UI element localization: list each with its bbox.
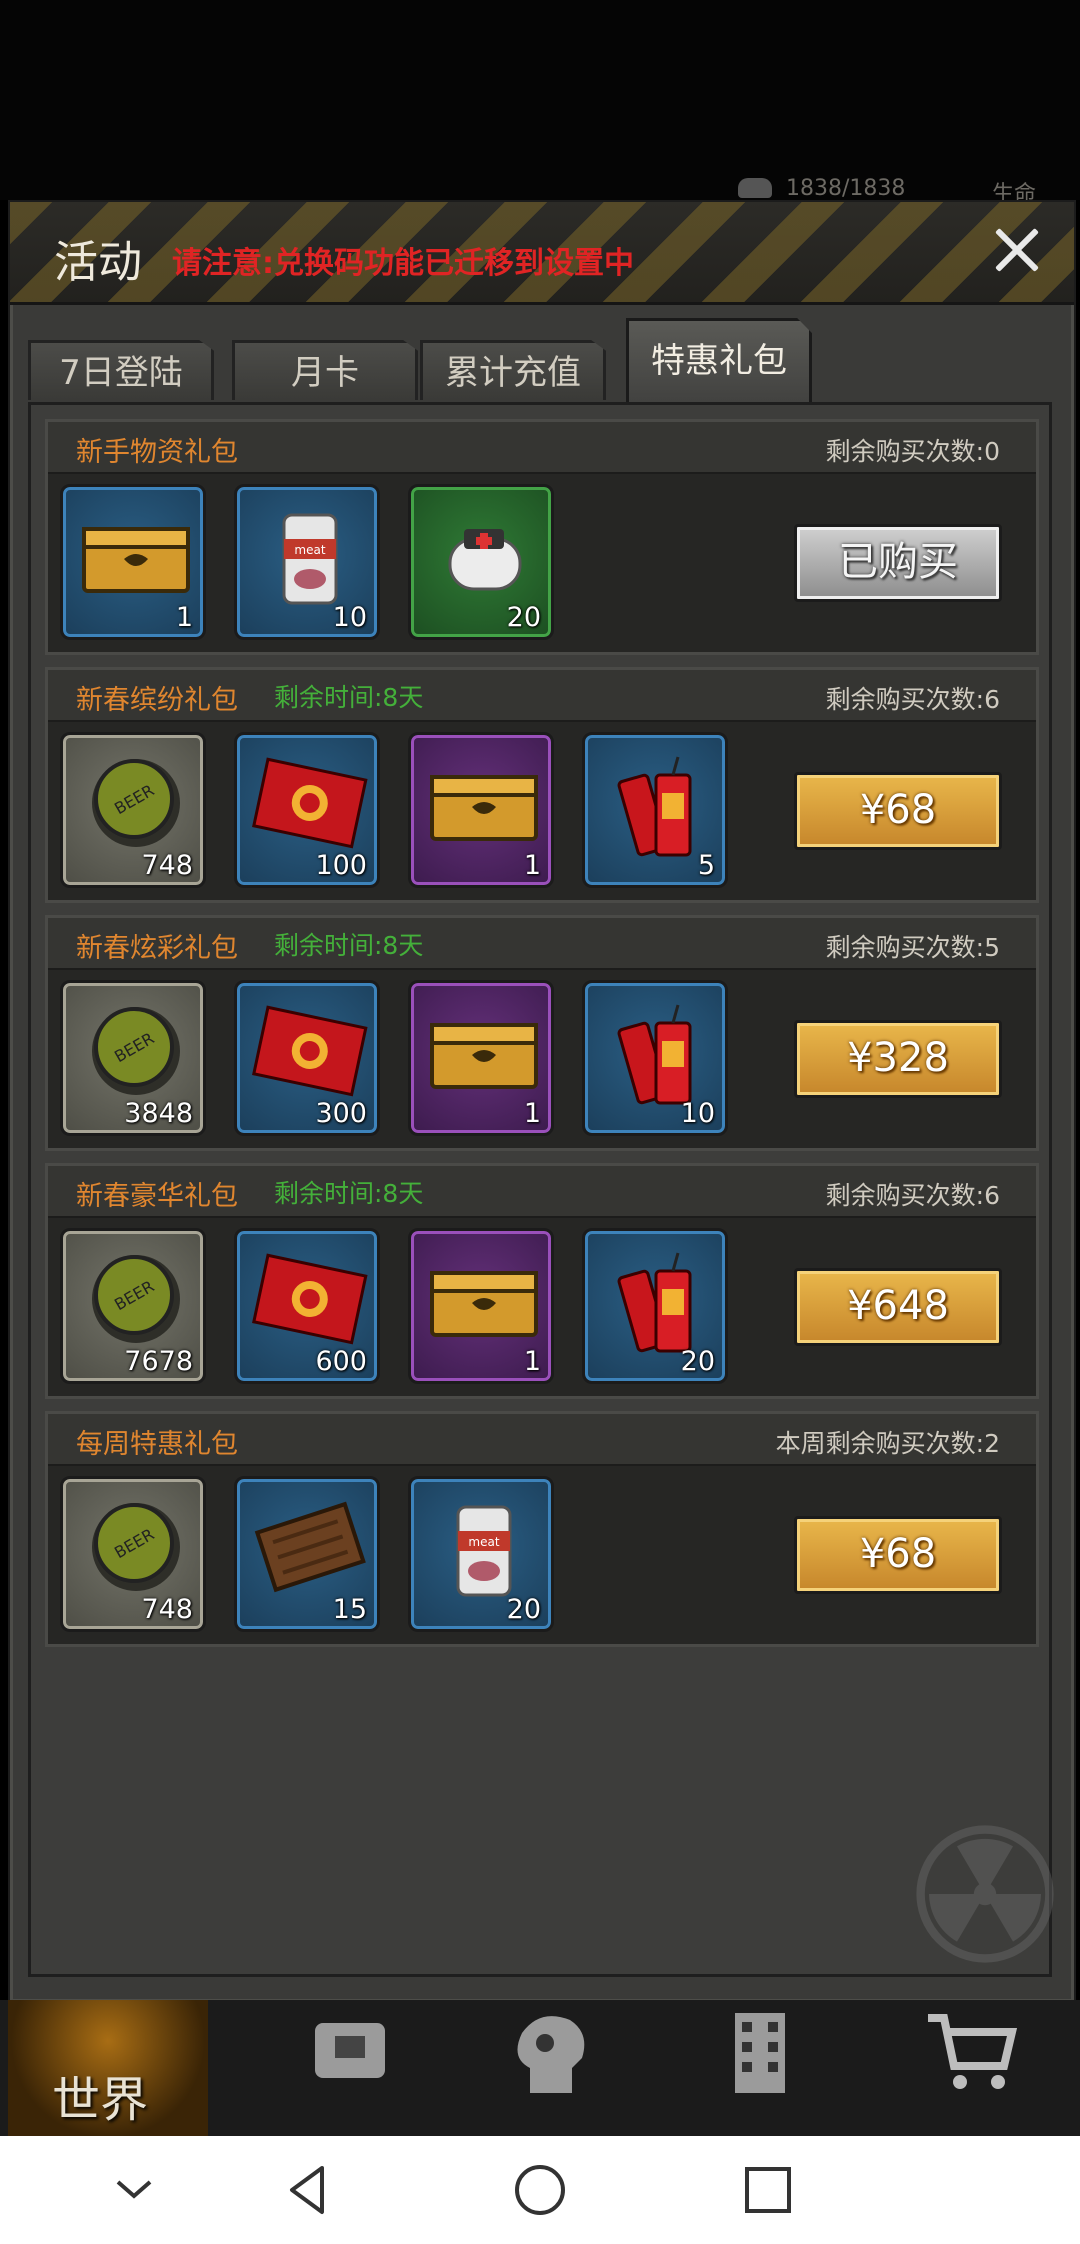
game-bottom-nav: 世界 [0, 2000, 1080, 2136]
svg-text:meat: meat [468, 1535, 499, 1549]
notice-text: 请注意:兑换码功能已迁移到设置中 [172, 246, 634, 281]
tab-bar: 7日登陆 月卡 累计充值 特惠礼包 [28, 318, 1058, 404]
reward-item[interactable]: 15 [234, 1476, 380, 1632]
pack-header: 新手物资礼包 剩余购买次数:0 [48, 422, 1036, 474]
tab-special-offers[interactable]: 特惠礼包 [626, 318, 812, 402]
gift-pack: 新春炫彩礼包 剩余时间:8天 剩余购买次数:5 BEER 3848 300 1 10 ¥328 [45, 915, 1039, 1151]
item-count: 748 [141, 1594, 193, 1625]
pack-name: 新春豪华礼包 [76, 1181, 238, 1212]
pack-list[interactable]: 新手物资礼包 剩余购买次数:0 1 meat 10 20 已购买 新春缤纷礼包 剩余时间:8天剩… [28, 402, 1054, 1977]
buy-button[interactable]: ¥328 [794, 1020, 1002, 1098]
reward-item[interactable]: BEER 3848 [60, 980, 206, 1136]
item-count: 1 [523, 1346, 541, 1377]
reward-item[interactable]: 1 [408, 980, 554, 1136]
home-circle-icon[interactable] [510, 2160, 570, 2220]
pack-remaining-count: 剩余购买次数:5 [825, 933, 1000, 962]
pack-header: 新春豪华礼包 剩余时间:8天 剩余购买次数:6 [48, 1166, 1036, 1218]
item-count: 20 [506, 602, 541, 633]
gift-pack: 新春豪华礼包 剩余时间:8天 剩余购买次数:6 BEER 7678 600 1 20 ¥648 [45, 1163, 1039, 1399]
hp-status: 1838/1838 生命 [730, 176, 1070, 207]
pack-name: 新春缤纷礼包 [76, 685, 238, 716]
pack-remaining-count: 剩余购买次数:6 [825, 685, 1000, 714]
reward-item[interactable]: meat 20 [408, 1476, 554, 1632]
reward-item[interactable]: meat 10 [234, 484, 380, 640]
chevron-down-icon[interactable] [104, 2160, 164, 2220]
reward-item[interactable]: BEER 7678 [60, 1228, 206, 1384]
item-count: 1 [175, 602, 193, 633]
nav-backpack-button[interactable] [250, 2000, 450, 2136]
nav-world-button[interactable]: 世界 [8, 2000, 208, 2136]
nav-building-button[interactable] [660, 2000, 860, 2136]
gift-pack: 新手物资礼包 剩余购买次数:0 1 meat 10 20 已购买 [45, 419, 1039, 655]
close-icon[interactable] [986, 220, 1046, 280]
back-triangle-icon[interactable] [278, 2160, 338, 2220]
reward-item[interactable]: 10 [582, 980, 728, 1136]
pack-header: 新春炫彩礼包 剩余时间:8天 剩余购买次数:5 [48, 918, 1036, 970]
gift-pack: 新春缤纷礼包 剩余时间:8天 剩余购买次数:6 BEER 748 100 1 5 ¥68 [45, 667, 1039, 903]
pack-header: 每周特惠礼包 本周剩余购买次数:2 [48, 1414, 1036, 1466]
heart-icon [738, 178, 772, 198]
pack-timer: 剩余时间:8天 [274, 931, 424, 960]
nav-world-label: 世界 [52, 2072, 149, 2128]
reward-item[interactable]: 300 [234, 980, 380, 1136]
pack-name: 每周特惠礼包 [76, 1429, 238, 1460]
reward-item[interactable]: 5 [582, 732, 728, 888]
page-title: 活动 [54, 237, 142, 288]
item-count: 7678 [124, 1346, 193, 1377]
reward-item[interactable]: 1 [60, 484, 206, 640]
reward-item[interactable]: 600 [234, 1228, 380, 1384]
pack-timer: 剩余时间:8天 [274, 683, 424, 712]
pack-remaining-count: 剩余购买次数:0 [825, 437, 1000, 466]
backpack-icon [315, 2023, 385, 2078]
buy-button[interactable]: ¥648 [794, 1268, 1002, 1346]
pack-header: 新春缤纷礼包 剩余时间:8天 剩余购买次数:6 [48, 670, 1036, 722]
panel-header: 活动 请注意:兑换码功能已迁移到设置中 [10, 202, 1074, 305]
android-navbar [0, 2136, 1080, 2244]
nav-shop-button[interactable] [870, 2000, 1070, 2136]
item-count: 3848 [124, 1098, 193, 1129]
item-count: 20 [680, 1346, 715, 1377]
reward-item[interactable]: BEER 748 [60, 1476, 206, 1632]
shopping-cart-icon [928, 2014, 1018, 2089]
pack-name: 新春炫彩礼包 [76, 933, 238, 964]
item-count: 5 [697, 850, 715, 881]
item-count: 20 [506, 1594, 541, 1625]
tab-monthly-card[interactable]: 月卡 [232, 340, 418, 400]
tab-cumulative-recharge[interactable]: 累计充值 [420, 340, 606, 400]
pack-remaining-count: 剩余购买次数:6 [825, 1181, 1000, 1210]
item-count: 1 [523, 850, 541, 881]
item-count: 748 [141, 850, 193, 881]
item-count: 1 [523, 1098, 541, 1129]
reward-item[interactable]: 1 [408, 732, 554, 888]
item-count: 10 [332, 602, 367, 633]
tab-7day-login[interactable]: 7日登陆 [28, 340, 214, 400]
item-count: 100 [315, 850, 367, 881]
radiation-icon [916, 1825, 1054, 1963]
head-gear-icon [517, 2016, 585, 2093]
pack-remaining-count: 本周剩余购买次数:2 [775, 1429, 1000, 1458]
reward-item[interactable]: BEER 748 [60, 732, 206, 888]
purchased-button[interactable]: 已购买 [794, 524, 1002, 602]
reward-item[interactable]: 20 [582, 1228, 728, 1384]
nav-skills-button[interactable] [450, 2000, 650, 2136]
item-count: 15 [332, 1594, 367, 1625]
pack-timer: 剩余时间:8天 [274, 1179, 424, 1208]
activity-panel: 活动 请注意:兑换码功能已迁移到设置中 7日登陆 月卡 累计充值 特惠礼包 新手… [8, 200, 1076, 2004]
building-icon [735, 2013, 785, 2093]
reward-item[interactable]: 1 [408, 1228, 554, 1384]
item-count: 10 [680, 1098, 715, 1129]
reward-item[interactable]: 100 [234, 732, 380, 888]
reward-item[interactable]: 20 [408, 484, 554, 640]
buy-button[interactable]: ¥68 [794, 772, 1002, 850]
top-background [0, 0, 1080, 200]
svg-text:meat: meat [294, 543, 325, 557]
item-count: 600 [315, 1346, 367, 1377]
recents-square-icon[interactable] [738, 2160, 798, 2220]
hp-value: 1838/1838 [786, 176, 906, 201]
buy-button[interactable]: ¥68 [794, 1516, 1002, 1594]
pack-name: 新手物资礼包 [76, 437, 238, 468]
item-count: 300 [315, 1098, 367, 1129]
gift-pack: 每周特惠礼包 本周剩余购买次数:2 BEER 748 15 meat 20 ¥68 [45, 1411, 1039, 1647]
